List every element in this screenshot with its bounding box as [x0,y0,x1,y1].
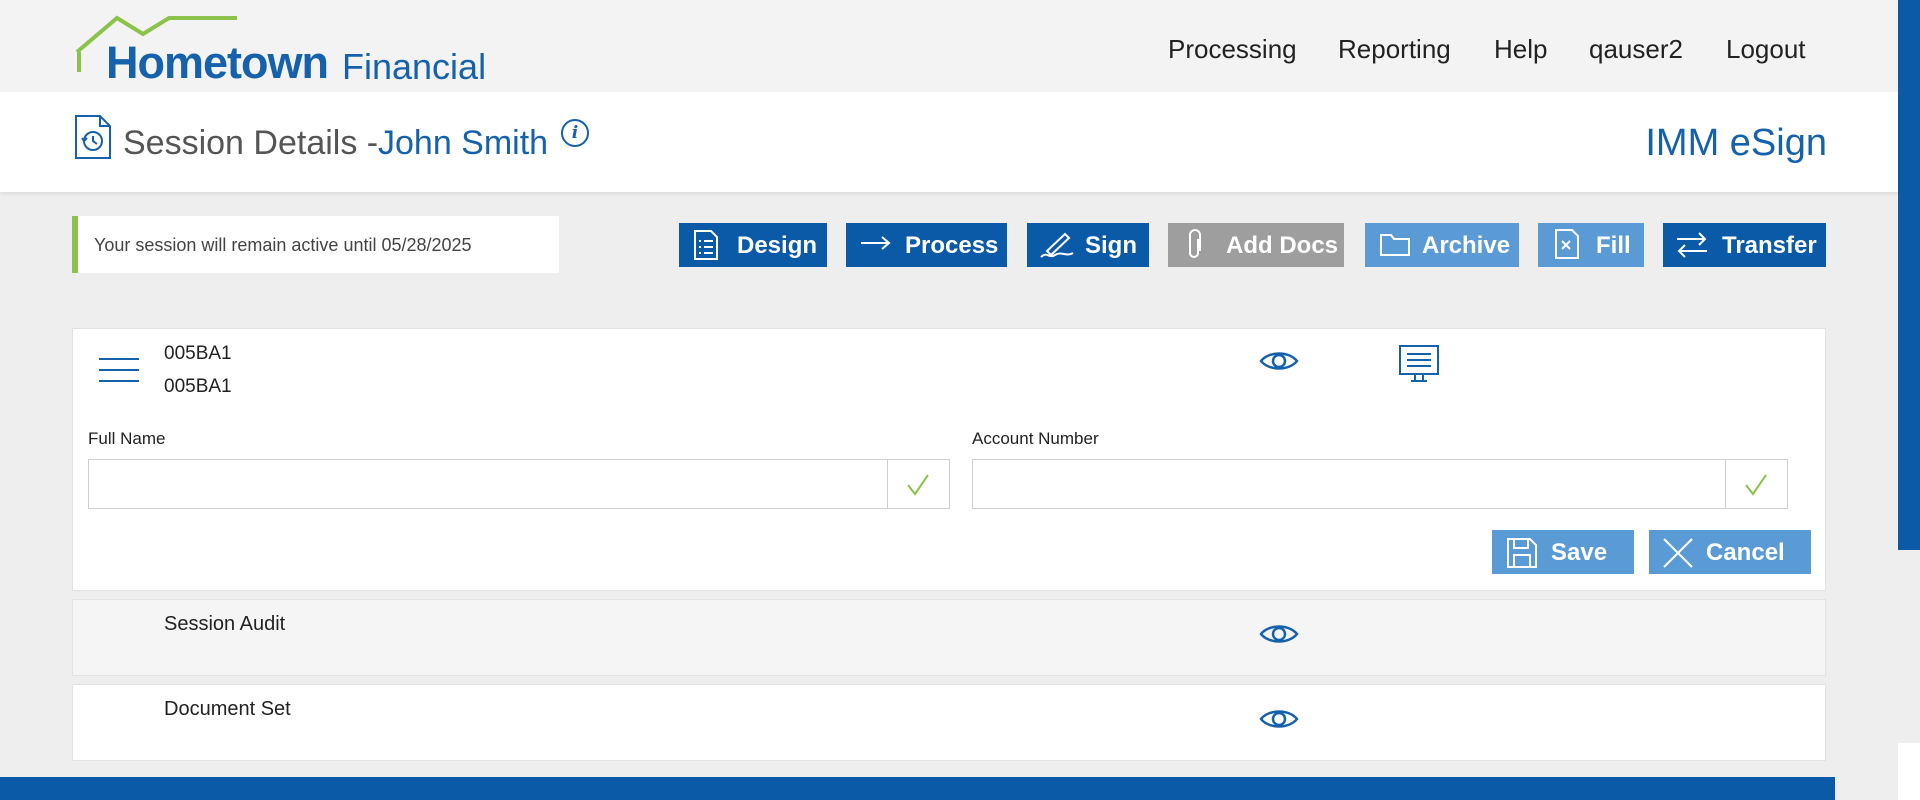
scrollbar[interactable] [1898,0,1920,550]
monitor-icon[interactable] [1399,345,1439,383]
scrollbar-track-end [1898,743,1920,800]
sign-label: Sign [1085,232,1137,259]
nav-logout[interactable]: Logout [1726,36,1806,62]
logo-brand: Hometown [106,37,329,88]
transfer-arrows-icon [1677,232,1707,258]
footer-bar [0,777,1835,800]
info-icon[interactable]: i [561,119,589,147]
design-label: Design [737,232,818,259]
folder-icon [1380,234,1410,256]
design-button[interactable]: Design [679,223,827,267]
eye-icon[interactable] [1259,349,1299,373]
session-history-icon [75,115,111,159]
account-number-field [972,459,1788,509]
document-set-section[interactable]: Document Set [72,684,1826,761]
full-name-confirm[interactable] [887,460,949,508]
checkmark-icon [1745,474,1767,496]
cancel-label: Cancel [1706,539,1785,566]
process-button[interactable]: Process [846,223,1007,267]
save-button[interactable]: Save [1492,530,1634,574]
transfer-label: Transfer [1722,232,1817,259]
customer-name: John Smith [378,124,549,162]
full-name-field [88,459,950,509]
session-audit-section[interactable]: Session Audit [72,599,1826,676]
save-disk-icon [1507,538,1537,568]
page-title: Session Details - [123,124,379,162]
logo-suffix: Financial [342,46,487,87]
nav-user[interactable]: qauser2 [1589,36,1683,62]
account-number-label: Account Number [972,429,1099,448]
design-list-icon [694,230,718,260]
nav-processing[interactable]: Processing [1168,36,1297,62]
close-x-icon [1663,538,1693,568]
transfer-button[interactable]: Transfer [1663,223,1826,267]
session-audit-title: Session Audit [164,613,286,635]
sign-button[interactable]: Sign [1027,223,1149,267]
full-name-input[interactable] [89,460,889,508]
fill-label: Fill [1596,232,1631,259]
signature-pen-icon [1040,232,1074,258]
process-label: Process [905,232,999,259]
document-panel: 005BA1 005BA1 Full Name Account Number S… [72,328,1826,591]
account-number-confirm[interactable] [1725,460,1787,508]
add-docs-button[interactable]: Add Docs [1168,223,1344,267]
eye-icon[interactable] [1259,622,1299,646]
eye-icon[interactable] [1259,707,1299,731]
nav-reporting[interactable]: Reporting [1338,36,1451,62]
session-notice: Your session will remain active until 05… [72,216,559,273]
save-label: Save [1551,539,1608,566]
nav-help[interactable]: Help [1494,36,1547,62]
fill-button[interactable]: Fill [1538,223,1644,267]
checkmark-icon [907,474,929,496]
arrow-right-icon [861,236,891,250]
company-logo[interactable]: Hometown Financial [73,14,487,88]
top-bar: Hometown Financial Processing Reporting … [0,0,1898,92]
add-docs-label: Add Docs [1226,232,1339,259]
product-name: IMM eSign [1645,122,1827,164]
document-code: 005BA1 [164,343,232,364]
document-set-title: Document Set [164,698,291,720]
account-number-input[interactable] [973,460,1727,508]
paperclip-icon [1189,229,1201,258]
hamburger-menu-icon[interactable] [99,357,139,383]
document-code-secondary: 005BA1 [164,376,232,397]
fill-form-icon [1555,229,1579,259]
full-name-label: Full Name [88,429,166,448]
archive-label: Archive [1422,232,1511,259]
archive-button[interactable]: Archive [1365,223,1519,267]
session-notice-text: Your session will remain active until 05… [94,235,472,255]
cancel-button[interactable]: Cancel [1649,530,1811,574]
